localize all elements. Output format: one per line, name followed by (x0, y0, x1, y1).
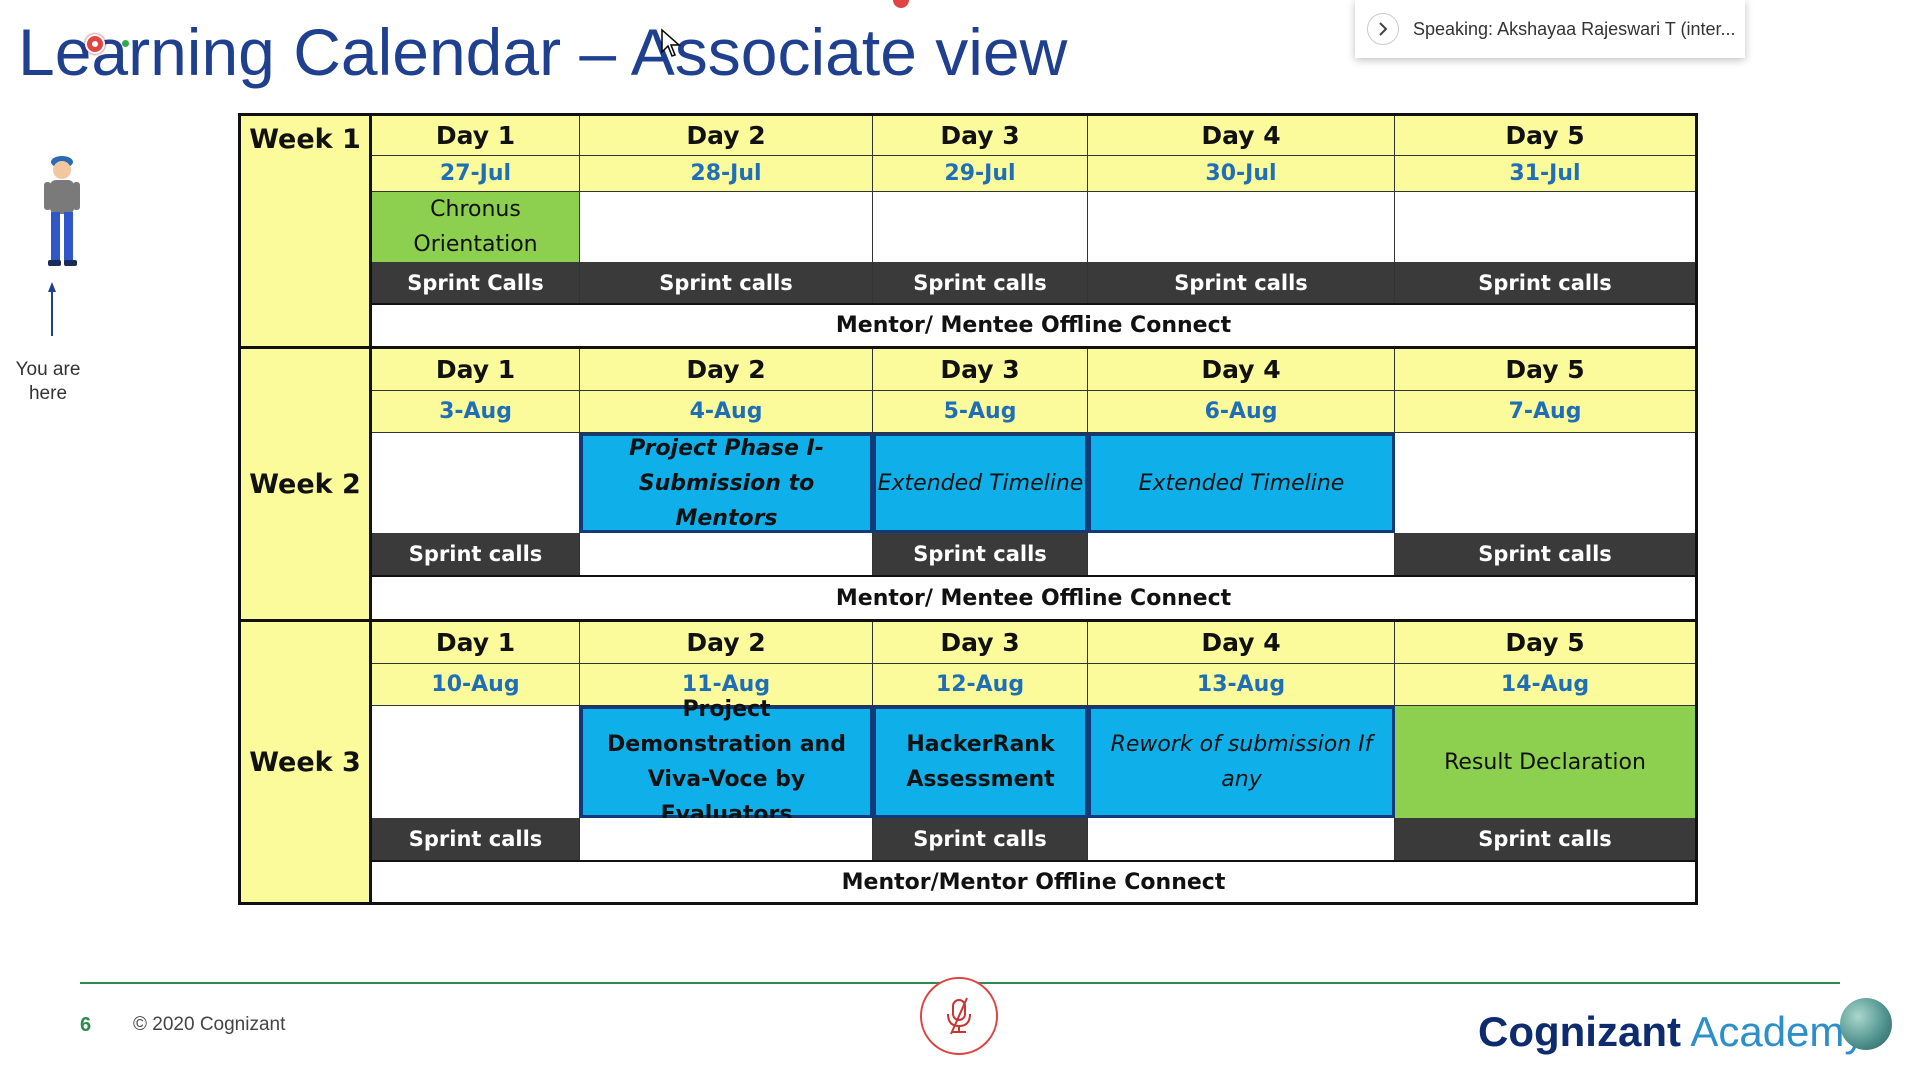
sprint-calls-cell (1088, 533, 1395, 575)
day-header: Day 3 (873, 116, 1088, 156)
sprint-calls-cell (580, 818, 873, 860)
assistant-bubble-icon[interactable] (1840, 998, 1892, 1050)
activity-cell: Rework of submission If any (1088, 706, 1395, 818)
date-header: 14-Aug (1395, 664, 1695, 706)
date-header: 13-Aug (1088, 664, 1395, 706)
sprint-calls-cell: Sprint Calls (372, 262, 580, 303)
activity-cell (1395, 192, 1695, 262)
day-header: Day 4 (1088, 349, 1395, 391)
mentor-connect-row: Mentor/ Mentee Offline Connect (372, 303, 1695, 349)
activity-cell (1088, 192, 1395, 262)
day-header: Day 3 (873, 622, 1088, 664)
brand-secondary: Academy (1690, 1008, 1866, 1055)
learning-calendar: Week 1 Day 1 Day 2 Day 3 Day 4 Day 5 27-… (238, 113, 1698, 905)
activity-cell (580, 192, 873, 262)
week-label: Week 2 (241, 349, 372, 622)
activity-cell (1395, 433, 1695, 533)
date-header: 12-Aug (873, 664, 1088, 706)
date-header: 4-Aug (580, 391, 873, 433)
date-header: 31-Jul (1395, 156, 1695, 192)
date-header: 27-Jul (372, 156, 580, 192)
brand-primary: Cognizant (1478, 1008, 1681, 1055)
activity-cell: Extended Timeline (1088, 433, 1395, 533)
speaking-indicator[interactable]: Speaking: Akshayaa Rajeswari T (inter... (1355, 0, 1745, 58)
date-header: 3-Aug (372, 391, 580, 433)
day-header: Day 4 (1088, 622, 1395, 664)
day-header: Day 5 (1395, 116, 1695, 156)
week-label: Week 3 (241, 622, 372, 902)
arrow-up-icon (48, 282, 56, 336)
week-label: Week 1 (241, 116, 372, 349)
mic-muted-icon[interactable] (920, 977, 998, 1055)
activity-cell (372, 433, 580, 533)
day-header: Day 1 (372, 116, 580, 156)
day-header: Day 5 (1395, 349, 1695, 391)
sprint-calls-cell: Sprint calls (372, 533, 580, 575)
status-dot-icon (122, 40, 129, 47)
slide-title: Learning Calendar – Associate view (18, 15, 1068, 89)
activity-cell (372, 706, 580, 818)
activity-cell: Chronus Orientation (372, 192, 580, 262)
activity-cell (873, 192, 1088, 262)
chevron-right-icon[interactable] (1367, 13, 1399, 45)
activity-cell: Extended Timeline (873, 433, 1088, 533)
date-header: 10-Aug (372, 664, 580, 706)
sprint-calls-cell (580, 533, 873, 575)
sprint-calls-cell: Sprint calls (1395, 262, 1695, 303)
date-header: 28-Jul (580, 156, 873, 192)
day-header: Day 2 (580, 349, 873, 391)
sprint-calls-cell: Sprint calls (1395, 533, 1695, 575)
sprint-calls-cell: Sprint calls (580, 262, 873, 303)
you-are-here-label: You are here (15, 359, 81, 404)
sprint-calls-cell: Sprint calls (372, 818, 580, 860)
date-header: 30-Jul (1088, 156, 1395, 192)
day-header: Day 1 (372, 349, 580, 391)
copyright: © 2020 Cognizant (133, 1014, 286, 1035)
mentor-connect-row: Mentor/Mentor Offline Connect (372, 860, 1695, 902)
record-indicator-icon (85, 34, 105, 54)
person-icon (44, 156, 80, 266)
sprint-calls-cell: Sprint calls (873, 818, 1088, 860)
notification-dot-icon (893, 0, 909, 8)
sprint-calls-cell: Sprint calls (1395, 818, 1695, 860)
mouse-cursor-icon (661, 28, 681, 57)
sprint-calls-cell: Sprint calls (1088, 262, 1395, 303)
day-header: Day 3 (873, 349, 1088, 391)
activity-cell: Project Phase I- Submission to Mentors (580, 433, 873, 533)
day-header: Day 2 (580, 622, 873, 664)
date-header: 6-Aug (1088, 391, 1395, 433)
activity-cell: Project Demonstration and Viva-Voce by E… (580, 697, 873, 827)
sprint-calls-cell: Sprint calls (873, 533, 1088, 575)
date-header: 29-Jul (873, 156, 1088, 192)
speaking-text: Speaking: Akshayaa Rajeswari T (inter... (1413, 18, 1736, 39)
mentor-connect-row: Mentor/ Mentee Offline Connect (372, 575, 1695, 622)
date-header: 5-Aug (873, 391, 1088, 433)
day-header: Day 2 (580, 116, 873, 156)
day-header: Day 4 (1088, 116, 1395, 156)
sprint-calls-cell: Sprint calls (873, 262, 1088, 303)
brand-logo: Cognizant Academy (1478, 1008, 1865, 1056)
date-header: 7-Aug (1395, 391, 1695, 433)
page-number: 6 (80, 1014, 92, 1036)
sprint-calls-cell (1088, 818, 1395, 860)
day-header: Day 5 (1395, 622, 1695, 664)
activity-cell: Result Declaration (1395, 706, 1695, 818)
day-header: Day 1 (372, 622, 580, 664)
activity-cell: HackerRank Assessment (873, 706, 1088, 818)
